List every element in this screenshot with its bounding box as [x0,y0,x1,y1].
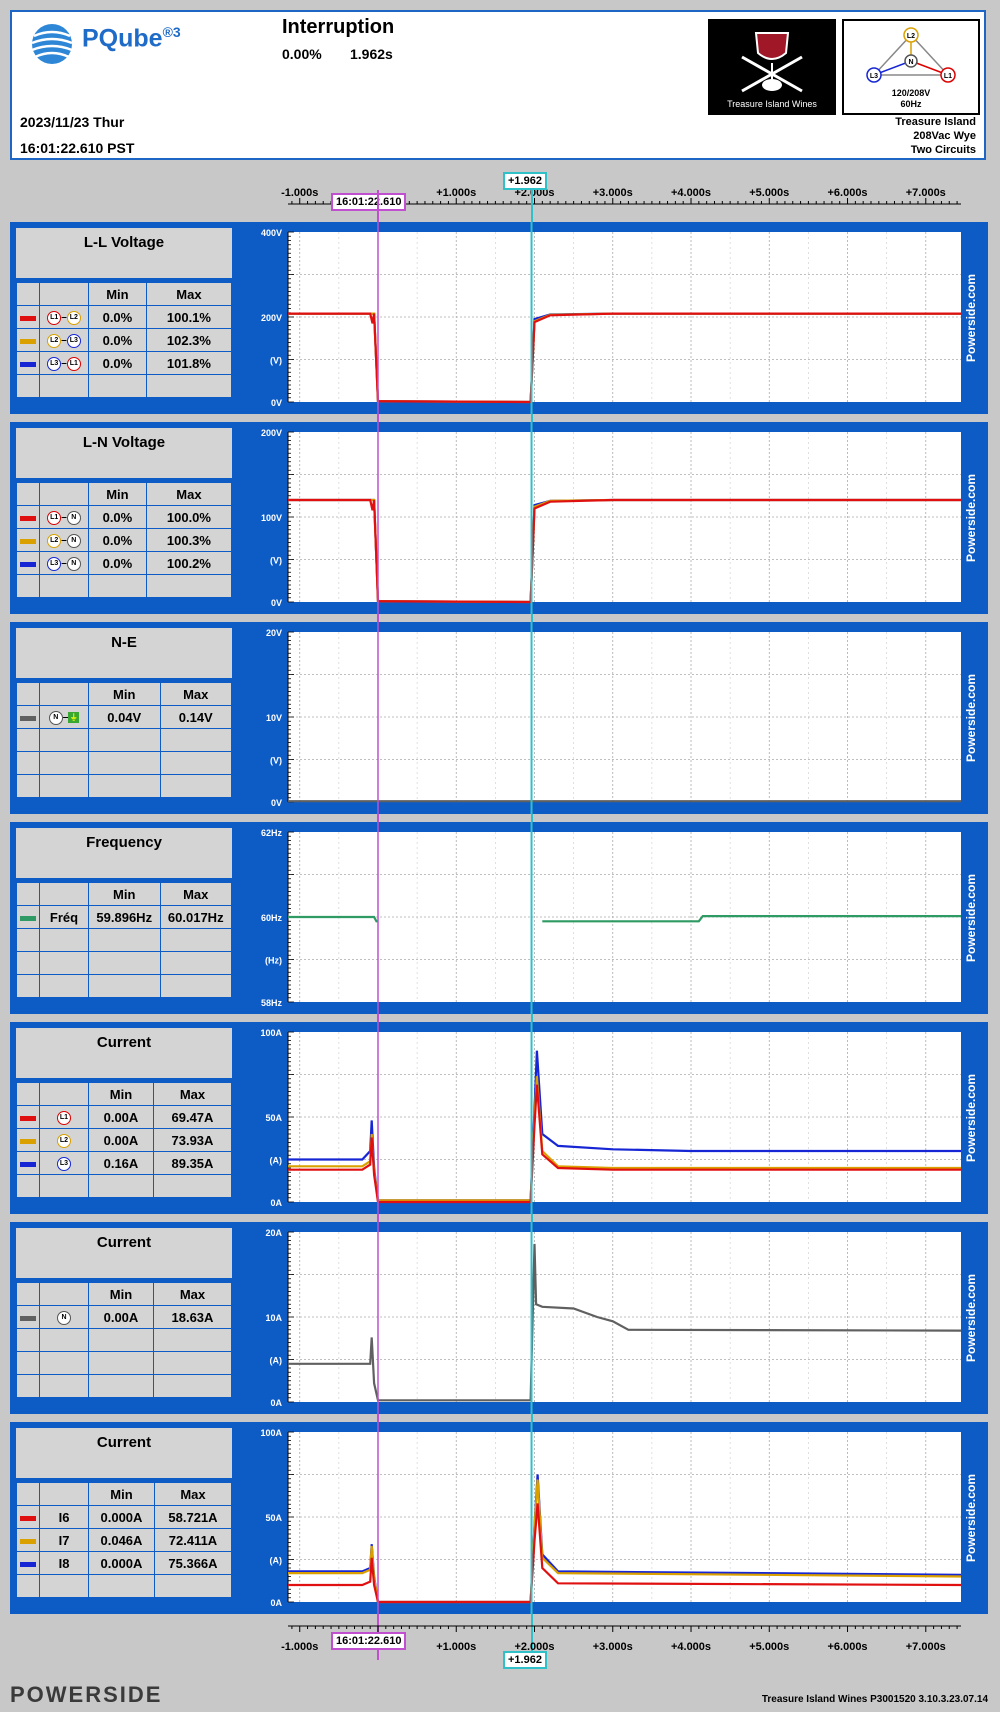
y-tick-label: (A) [270,1156,283,1166]
time-tick-label: -1.000s [281,187,318,199]
chart-panel: N-E Min Max N – ⏚ 0.04V 0.14V 20V 10V (V) 0V Powersi… [10,622,988,814]
event-title: Interruption [282,16,395,38]
event-percent: 0.00% [282,46,322,62]
y-tick-label: 0A [270,1398,282,1408]
y-tick-label: 0V [271,398,282,408]
y-tick-label: 100V [261,513,282,523]
time-tick-label: +1.000s [436,187,476,199]
powerside-side-label: Powerside.com [964,473,978,563]
site-name: Treasure Island [895,116,976,128]
chart-svg: 200V 100V (V) 0V [261,422,961,614]
y-tick-label: 400V [261,228,282,238]
powerside-side-label: Powerside.com [964,873,978,963]
chart-panel: Frequency Min Max Fréq 59.896Hz 60.017Hz 62Hz 6… [10,822,988,1014]
event-duration: 1.962s [350,46,393,62]
chart-panel: Current Min Max L1 0.00A 69.47A L2 0.00A 73.93A L… [10,1022,988,1214]
chart-svg: 20A 10A (A) 0A [265,1222,962,1414]
y-tick-label: (V) [270,356,282,366]
y-tick-label: 0A [270,1598,282,1608]
chart-panel: L-L Voltage Min Max L1– L2 0.0% 100.1% L2– L3 0.0… [10,222,988,414]
y-tick-label: 58Hz [261,998,283,1008]
y-tick-label: 100A [260,1028,282,1038]
phasor-frequency: 60Hz [900,99,922,109]
y-tick-label: (A) [270,1556,283,1566]
header-panel: PQube®3 Interruption 0.00% 1.962s 2023/1… [10,10,986,160]
site-logo: Treasure Island Wines [708,19,836,115]
footer-info: Treasure Island Wines P3001520 3.10.3.23… [761,1694,988,1705]
y-tick-label: 100A [260,1428,282,1438]
svg-text:L1: L1 [944,73,952,80]
time-tick-label: +5.000s [749,187,789,199]
time-tick-label: +6.000s [827,187,867,199]
event-date: 2023/11/23 Thur [20,114,125,130]
y-tick-label: (A) [270,1356,283,1366]
svg-text:N: N [908,59,913,66]
y-tick-label: 50A [265,1113,282,1123]
time-tick-label: +5.000s [749,1641,789,1653]
y-tick-label: 60Hz [261,913,283,923]
y-tick-label: 62Hz [261,828,283,838]
y-tick-label: 0A [270,1198,282,1208]
y-tick-label: 10V [266,713,282,723]
cursor-marker-bottom: +1.962 [503,1651,547,1669]
site-logo-caption: Treasure Island Wines [727,99,817,109]
time-tick-label: +6.000s [827,1641,867,1653]
y-tick-label: 200V [261,313,282,323]
y-tick-label: 20V [266,628,282,638]
svg-text:L3: L3 [870,73,878,80]
wine-glass-icon [741,32,803,93]
chart-svg: 62Hz 60Hz (Hz) 58Hz [261,822,961,1014]
phasor-diagram: L2 L3 L1 N 120/208V 60Hz [842,19,980,115]
cursor-marker-top: +1.962 [503,172,547,190]
y-tick-label: (V) [270,756,282,766]
phasor-voltage: 120/208V [892,88,931,98]
powerside-side-label: Powerside.com [964,273,978,363]
time-tick-label: +3.000s [593,187,633,199]
chart-svg: 100A 50A (A) 0A [260,1422,962,1614]
brand-name: PQube®3 [82,24,181,53]
time-tick-label: +3.000s [593,1641,633,1653]
time-tick-label: +7.000s [906,1641,946,1653]
time-axis-bottom: -1.000s +1.000s +2.000s +3.000s +4.000s +5.00… [281,1625,961,1653]
y-tick-label: 0V [271,798,282,808]
y-tick-label: 200V [261,428,282,438]
time-tick-label: -1.000s [281,1641,318,1653]
chart-panel: L-N Voltage Min Max L1– N 0.0% 100.0% L2– N 0.0% 1… [10,422,988,614]
powerside-side-label: Powerside.com [964,673,978,763]
chart-panel: Current Min Max N 0.00A 18.63A 20A 10A (A) 0A Powe… [10,1222,988,1414]
y-tick-label: (V) [270,556,282,566]
time-tick-label: +4.000s [671,1641,711,1653]
site-config: 208Vac Wye [913,130,976,142]
chart-svg: 100A 50A (A) 0A [260,1022,961,1214]
event-time: 16:01:22.610 PST [20,140,135,156]
chart-svg: 400V 200V (V) 0V [261,222,961,414]
trigger-marker-bottom: 16:01:22.610 [331,1632,407,1650]
powerside-logo: POWERSIDE [10,1682,163,1707]
time-tick-label: +4.000s [671,187,711,199]
chart-svg: 20V 10V (V) 0V [266,622,961,814]
time-tick-label: +7.000s [906,187,946,199]
time-axis-top: -1.000s +1.000s +2.000s +3.000s +4.000s +5.00… [281,187,961,205]
powerside-side-label: Powerside.com [964,1073,978,1163]
y-tick-label: (Hz) [265,956,282,966]
y-tick-label: 0V [271,598,282,608]
trigger-marker-top: 16:01:22.610 [331,193,407,211]
chart-panel: Current Min Max I6 0.000A 58.721A I7 0.046A 72.4… [10,1422,988,1614]
powerside-side-label: Powerside.com [964,1473,978,1563]
site-circuits: Two Circuits [910,144,976,156]
pqube-logo-icon [31,24,73,64]
powerside-side-label: Powerside.com [964,1273,978,1363]
time-tick-label: +1.000s [436,1641,476,1653]
y-tick-label: 20A [265,1228,282,1238]
svg-text:L2: L2 [907,33,915,40]
y-tick-label: 50A [265,1513,282,1523]
y-tick-label: 10A [265,1313,282,1323]
